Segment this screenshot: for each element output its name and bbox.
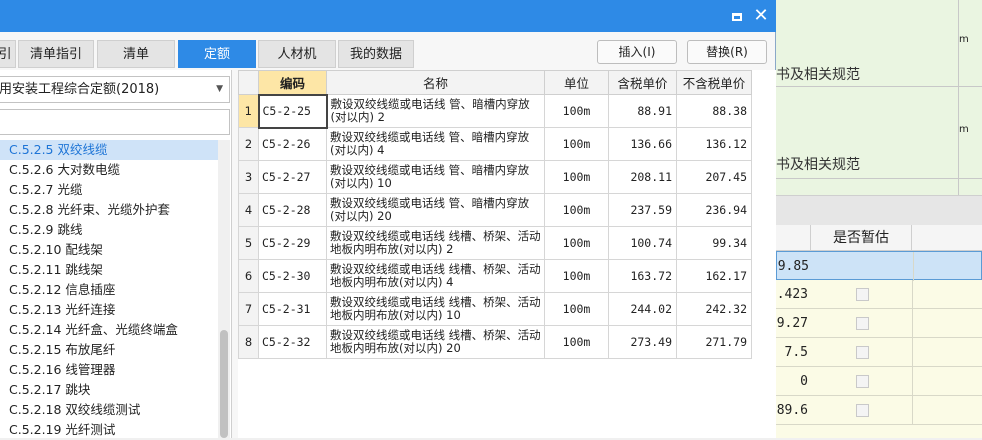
- tree-item[interactable]: C.5.2.15 布放尾纤: [0, 340, 218, 360]
- table-row[interactable]: 1 C5-2-25 敷设双绞线缆或电话线 管、暗槽内穿放(对以内) 2 100m…: [238, 93, 752, 129]
- scrollbar-thumb[interactable]: [220, 330, 228, 438]
- spec-unit-2: m: [959, 124, 969, 135]
- table-row[interactable]: 8 C5-2-32 敷设双绞线缆或电话线 线槽、桥架、活动地板内明布放(对以内)…: [238, 325, 752, 359]
- provisional-checkbox[interactable]: [856, 317, 869, 330]
- tree-item[interactable]: C.5.2.9 跳线: [0, 220, 218, 240]
- quota-table-area: 编码 名称 单位 含税单价 不含税单价 1 C5-2-25 敷设双绞线缆或电话线…: [238, 70, 776, 438]
- code-cell[interactable]: C5-2-27: [258, 160, 327, 194]
- quota-library-panel: 用安装工程综合定额(2018) ▼ C.5.2.5 双绞线缆 C.5.2.6 大…: [0, 70, 232, 438]
- tree-item[interactable]: C.5.2.18 双绞线缆测试: [0, 400, 218, 420]
- background-grid-row[interactable]: 7.5: [776, 338, 982, 367]
- tree-item[interactable]: C.5.2.19 光纤测试: [0, 420, 218, 440]
- code-cell[interactable]: C5-2-28: [258, 193, 327, 227]
- tab-my-data[interactable]: 我的数据: [338, 40, 414, 68]
- col-header-notax-price[interactable]: 不含税单价: [676, 70, 752, 95]
- dialog-tabs: 引 清单指引 清单 定额 人材机 我的数据: [0, 40, 600, 68]
- code-cell[interactable]: C5-2-29: [258, 226, 327, 260]
- col-header-index: [238, 70, 259, 95]
- tree-item[interactable]: C.5.2.8 光纤束、光缆外护套: [0, 200, 218, 220]
- table-row[interactable]: 4 C5-2-28 敷设双绞线缆或电话线 管、暗槽内穿放(对以内) 20 100…: [238, 193, 752, 227]
- spec-text-2: 书及相关规范: [776, 157, 860, 173]
- tree-item[interactable]: C.5.2.11 跳线架: [0, 260, 218, 280]
- code-cell[interactable]: C5-2-25: [257, 93, 328, 129]
- tree-item[interactable]: C.5.2.14 光纤盒、光缆终端盒: [0, 320, 218, 340]
- tree-item[interactable]: C.5.2.7 光缆: [0, 180, 218, 200]
- col-header-tax-price[interactable]: 含税单价: [608, 70, 677, 95]
- close-icon[interactable]: ✕: [751, 6, 771, 26]
- tree-item[interactable]: C.5.2.13 光纤连接: [0, 300, 218, 320]
- replace-button[interactable]: 替换(R): [687, 40, 767, 64]
- dialog-titlebar[interactable]: ✕: [0, 0, 776, 32]
- quota-library-select[interactable]: 用安装工程综合定额(2018) ▼: [0, 76, 230, 103]
- tab-bill-guide[interactable]: 清单指引: [18, 40, 94, 68]
- provisional-checkbox[interactable]: [856, 288, 869, 301]
- background-toolbar: [776, 195, 982, 225]
- insert-button[interactable]: 插入(I): [597, 40, 677, 64]
- code-cell[interactable]: C5-2-32: [258, 325, 327, 359]
- tree-scrollbar[interactable]: [218, 140, 230, 438]
- background-grid: 是否暂估 9.85 .423 9.27 7.5 0 89.6: [776, 225, 982, 438]
- table-row[interactable]: 6 C5-2-30 敷设双绞线缆或电话线 线槽、桥架、活动地板内明布放(对以内)…: [238, 259, 752, 293]
- tree-item[interactable]: C.5.2.10 配线架: [0, 240, 218, 260]
- provisional-checkbox[interactable]: [856, 375, 869, 388]
- background-grid-row[interactable]: 89.6: [776, 396, 982, 425]
- provisional-checkbox[interactable]: [856, 404, 869, 417]
- background-grid-header: 是否暂估: [776, 225, 982, 251]
- background-grid-row[interactable]: 9.85: [776, 251, 982, 281]
- code-cell[interactable]: C5-2-26: [258, 127, 327, 161]
- query-dialog: ✕ 引 清单指引 清单 定额 人材机 我的数据 插入(I) 替换(R) 用安装工…: [0, 0, 776, 438]
- tree-item[interactable]: C.5.2.16 线管理器: [0, 360, 218, 380]
- tab-quota[interactable]: 定额: [178, 40, 256, 68]
- provisional-checkbox[interactable]: [856, 346, 869, 359]
- table-row[interactable]: 5 C5-2-29 敷设双绞线缆或电话线 线槽、桥架、活动地板内明布放(对以内)…: [238, 226, 752, 260]
- background-spec-area: 书及相关规范 书及相关规范 m m: [776, 0, 982, 195]
- background-grid-row[interactable]: 9.27: [776, 309, 982, 338]
- search-input[interactable]: [0, 109, 230, 135]
- tree-item[interactable]: C.5.2.17 跳块: [0, 380, 218, 400]
- background-grid-row[interactable]: 0: [776, 367, 982, 396]
- col-header-name[interactable]: 名称: [326, 70, 545, 95]
- spec-text-1: 书及相关规范: [776, 67, 860, 83]
- chevron-down-icon[interactable]: ▼: [216, 77, 223, 102]
- tab-labor-material-machine[interactable]: 人材机: [258, 40, 336, 68]
- tree-item[interactable]: C.5.2.6 大对数电缆: [0, 160, 218, 180]
- quota-table: 编码 名称 单位 含税单价 不含税单价 1 C5-2-25 敷设双绞线缆或电话线…: [238, 70, 752, 359]
- table-row[interactable]: 7 C5-2-31 敷设双绞线缆或电话线 线槽、桥架、活动地板内明布放(对以内)…: [238, 292, 752, 326]
- tab-bill[interactable]: 清单: [97, 40, 175, 68]
- col-header-code[interactable]: 编码: [258, 70, 327, 95]
- background-grid-row[interactable]: .423: [776, 280, 982, 309]
- table-row[interactable]: 3 C5-2-27 敷设双绞线缆或电话线 管、暗槽内穿放(对以内) 10 100…: [238, 160, 752, 194]
- chapter-tree: C.5.2.5 双绞线缆 C.5.2.6 大对数电缆 C.5.2.7 光缆 C.…: [0, 140, 218, 440]
- tab-guide[interactable]: 引: [0, 40, 16, 68]
- code-cell[interactable]: C5-2-31: [258, 292, 327, 326]
- col-header-unit[interactable]: 单位: [544, 70, 609, 95]
- tree-item[interactable]: C.5.2.12 信息插座: [0, 280, 218, 300]
- tree-item[interactable]: C.5.2.5 双绞线缆: [0, 140, 218, 160]
- maximize-icon[interactable]: [727, 6, 747, 26]
- code-cell[interactable]: C5-2-30: [258, 259, 327, 293]
- table-row[interactable]: 2 C5-2-26 敷设双绞线缆或电话线 管、暗槽内穿放(对以内) 4 100m…: [238, 127, 752, 161]
- spec-unit-1: m: [959, 34, 969, 45]
- provisional-estimate-header: 是否暂估: [810, 225, 912, 251]
